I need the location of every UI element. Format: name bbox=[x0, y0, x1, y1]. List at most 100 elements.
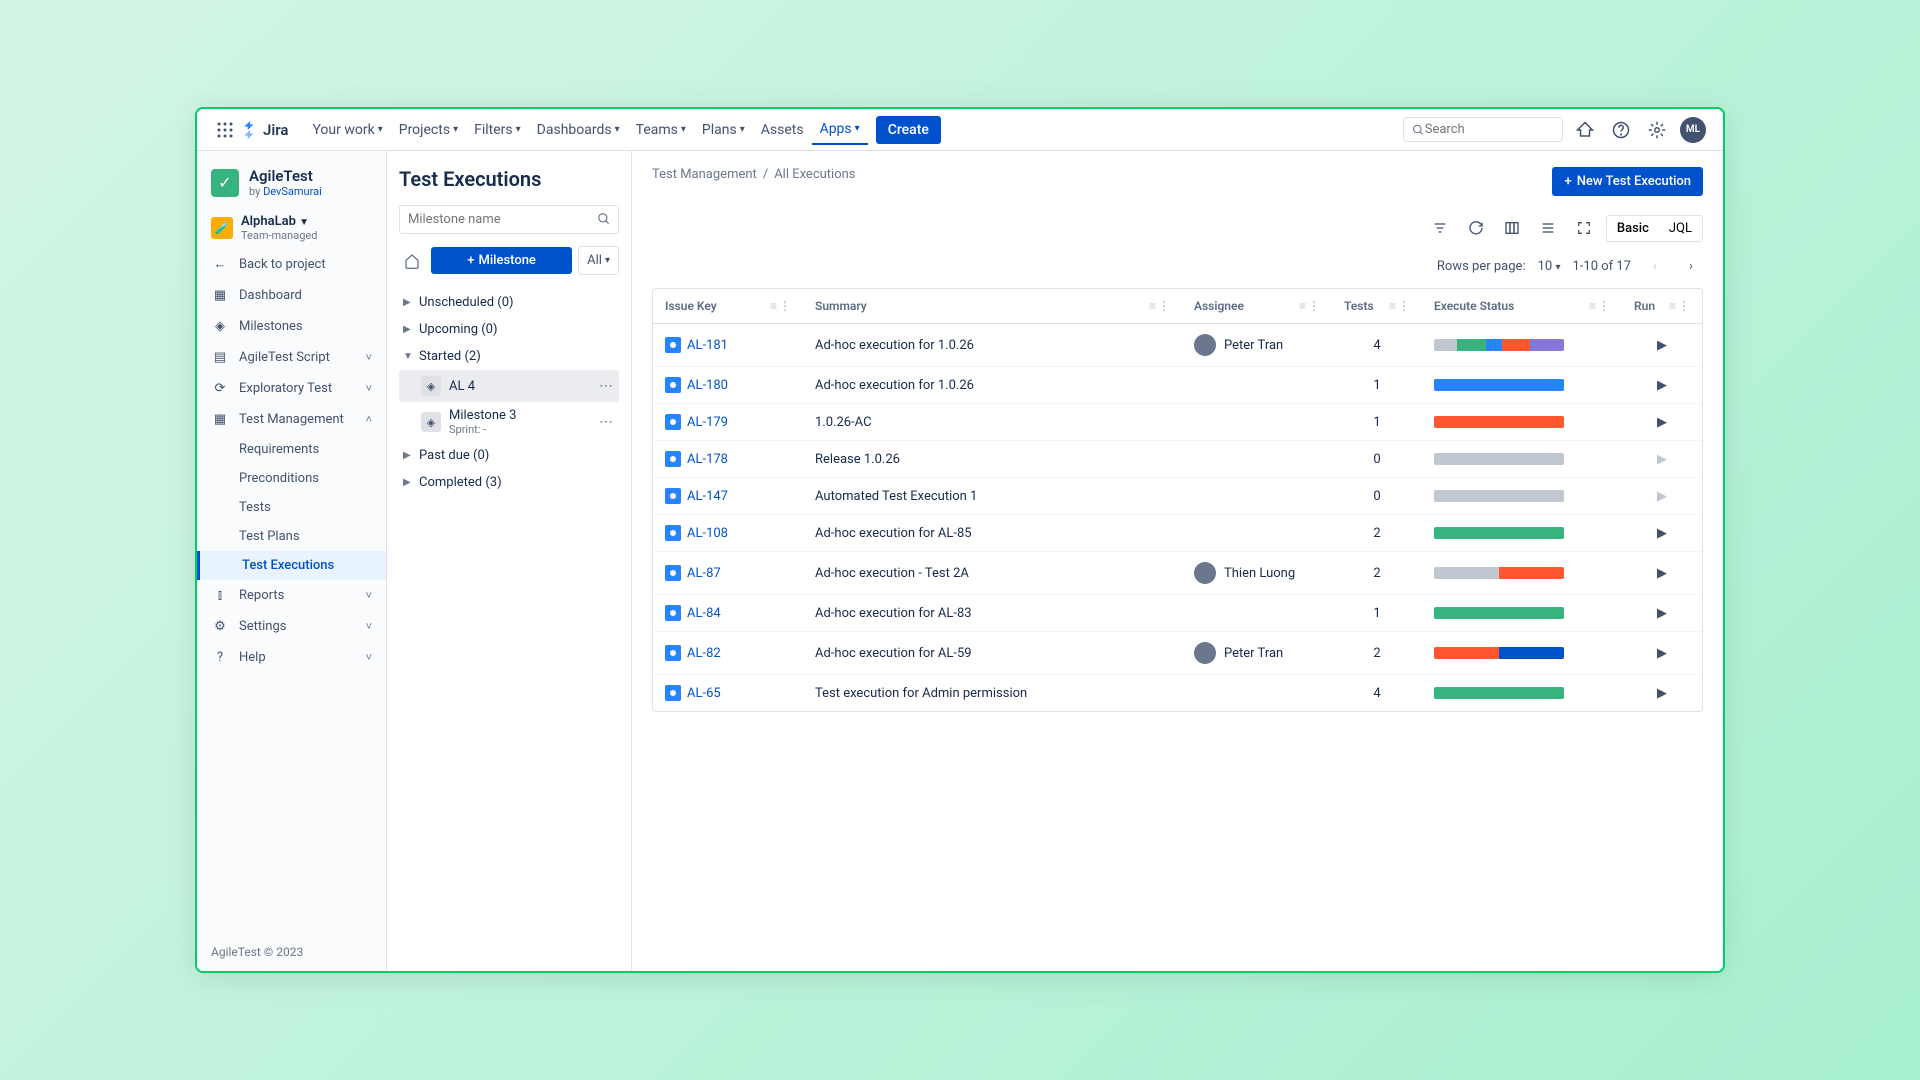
sidebar-icon: ▦ bbox=[211, 288, 229, 303]
help-icon[interactable] bbox=[1607, 116, 1635, 144]
play-icon[interactable]: ▶ bbox=[1657, 686, 1667, 701]
jira-logo[interactable]: Jira bbox=[241, 121, 288, 139]
tree-group[interactable]: ▶Past due (0) bbox=[399, 442, 619, 469]
play-icon[interactable]: ▶ bbox=[1657, 526, 1667, 541]
play-icon[interactable]: ▶ bbox=[1657, 378, 1667, 393]
milestone-row[interactable]: ◈Milestone 3Sprint: -⋯ bbox=[399, 402, 619, 442]
nav-your-work[interactable]: Your work▾ bbox=[304, 116, 390, 144]
issue-link[interactable]: AL-180 bbox=[687, 378, 728, 393]
tree-group[interactable]: ▶Upcoming (0) bbox=[399, 316, 619, 343]
issue-link[interactable]: AL-65 bbox=[687, 686, 721, 701]
issue-key-cell: AL-181 bbox=[653, 327, 803, 363]
sidebar-item-settings[interactable]: ⚙Settings˅ bbox=[197, 611, 386, 642]
milestone-search-input[interactable] bbox=[399, 205, 619, 234]
sidebar-item-milestones[interactable]: ◈Milestones bbox=[197, 311, 386, 342]
add-milestone-button[interactable]: +Milestone bbox=[431, 247, 572, 274]
issue-link[interactable]: AL-108 bbox=[687, 526, 728, 541]
nav-assets[interactable]: Assets bbox=[753, 116, 812, 144]
play-icon[interactable]: ▶ bbox=[1657, 415, 1667, 430]
notifications-icon[interactable] bbox=[1571, 116, 1599, 144]
nav-projects[interactable]: Projects▾ bbox=[391, 116, 466, 144]
issue-link[interactable]: AL-82 bbox=[687, 646, 721, 661]
status-bar bbox=[1434, 647, 1564, 659]
tree-group[interactable]: ▶Completed (3) bbox=[399, 469, 619, 496]
app-window: Jira Your work▾Projects▾Filters▾Dashboar… bbox=[195, 107, 1725, 973]
column-header[interactable]: Issue Key≡⋮ bbox=[653, 289, 803, 323]
status-bar bbox=[1434, 453, 1564, 465]
filter-all-dropdown[interactable]: All▾ bbox=[578, 246, 619, 275]
milestone-row[interactable]: ◈AL 4⋯ bbox=[399, 370, 619, 402]
nav-teams[interactable]: Teams▾ bbox=[628, 116, 694, 144]
sidebar: ✓ AgileTest by DevSamurai 🧪 AlphaLab ▼ T… bbox=[197, 151, 387, 971]
crumb-test-management[interactable]: Test Management bbox=[652, 167, 757, 182]
chevron-down-icon: ˅ bbox=[366, 351, 372, 364]
issue-type-icon bbox=[665, 645, 681, 661]
caret-icon: ▶ bbox=[403, 477, 413, 488]
sidebar-sub-test-plans[interactable]: Test Plans bbox=[197, 522, 386, 551]
column-header[interactable]: Assignee≡⋮ bbox=[1182, 289, 1332, 323]
settings-icon[interactable] bbox=[1643, 116, 1671, 144]
home-icon[interactable] bbox=[399, 248, 425, 274]
density-icon[interactable] bbox=[1534, 214, 1562, 242]
col-menu-icon: ⋮ bbox=[1598, 299, 1610, 313]
status-cell bbox=[1422, 677, 1622, 709]
sidebar-item-help[interactable]: ?Help˅ bbox=[197, 642, 386, 673]
column-header[interactable]: Tests≡⋮ bbox=[1332, 289, 1422, 323]
tree-group[interactable]: ▼Started (2) bbox=[399, 343, 619, 370]
table-toolbar: Basic JQL bbox=[652, 214, 1703, 242]
sidebar-sub-test-executions[interactable]: Test Executions bbox=[197, 551, 386, 580]
app-switcher-icon[interactable] bbox=[213, 118, 237, 142]
issue-link[interactable]: AL-181 bbox=[687, 338, 728, 353]
jql-mode[interactable]: JQL bbox=[1659, 216, 1702, 241]
rows-per-page-value[interactable]: 10 ▾ bbox=[1538, 259, 1561, 274]
nav-dashboards[interactable]: Dashboards▾ bbox=[529, 116, 628, 144]
tree-group[interactable]: ▶Unscheduled (0) bbox=[399, 289, 619, 316]
filter-icon[interactable] bbox=[1426, 214, 1454, 242]
fullscreen-icon[interactable] bbox=[1570, 214, 1598, 242]
sidebar-sub-tests[interactable]: Tests bbox=[197, 493, 386, 522]
play-icon[interactable]: ▶ bbox=[1657, 338, 1667, 353]
sidebar-icon: ▤ bbox=[211, 350, 229, 365]
more-icon[interactable]: ⋯ bbox=[599, 378, 613, 394]
next-page-button[interactable]: › bbox=[1679, 254, 1703, 278]
refresh-icon[interactable] bbox=[1462, 214, 1490, 242]
issue-link[interactable]: AL-87 bbox=[687, 566, 721, 581]
play-icon[interactable]: ▶ bbox=[1657, 566, 1667, 581]
sidebar-sub-preconditions[interactable]: Preconditions bbox=[197, 464, 386, 493]
column-header[interactable]: Run≡⋮ bbox=[1622, 289, 1702, 323]
avatar bbox=[1194, 562, 1216, 584]
sidebar-sub-requirements[interactable]: Requirements bbox=[197, 435, 386, 464]
back-to-project[interactable]: ← Back to project bbox=[197, 248, 386, 280]
sidebar-item-exploratory-test[interactable]: ⟳Exploratory Test˅ bbox=[197, 373, 386, 404]
create-button[interactable]: Create bbox=[876, 116, 941, 144]
prev-page-button[interactable]: ‹ bbox=[1643, 254, 1667, 278]
more-icon[interactable]: ⋯ bbox=[599, 414, 613, 430]
sidebar-item-agiletest-script[interactable]: ▤AgileTest Script˅ bbox=[197, 342, 386, 373]
column-header[interactable]: Summary≡⋮ bbox=[803, 289, 1182, 323]
sidebar-item-reports[interactable]: ⫾Reports˅ bbox=[197, 580, 386, 611]
status-cell bbox=[1422, 329, 1622, 361]
nav-filters[interactable]: Filters▾ bbox=[466, 116, 529, 144]
issue-link[interactable]: AL-178 bbox=[687, 452, 728, 467]
chevron-down-icon: ˅ bbox=[366, 620, 372, 633]
columns-icon[interactable] bbox=[1498, 214, 1526, 242]
sidebar-item-test-management[interactable]: ▦Test Management˄ bbox=[197, 404, 386, 435]
search-input[interactable] bbox=[1425, 122, 1554, 137]
avatar[interactable]: ML bbox=[1679, 116, 1707, 144]
project-selector[interactable]: 🧪 AlphaLab ▼ Team-managed bbox=[197, 208, 386, 248]
issue-type-icon bbox=[665, 337, 681, 353]
nav-plans[interactable]: Plans▾ bbox=[694, 116, 753, 144]
sidebar-item-dashboard[interactable]: ▦Dashboard bbox=[197, 280, 386, 311]
search-box[interactable] bbox=[1403, 117, 1563, 142]
issue-key-cell: AL-147 bbox=[653, 478, 803, 514]
play-icon[interactable]: ▶ bbox=[1657, 606, 1667, 621]
issue-link[interactable]: AL-84 bbox=[687, 606, 721, 621]
new-test-execution-button[interactable]: +New Test Execution bbox=[1552, 167, 1703, 196]
chevron-down-icon: ▾ bbox=[681, 124, 686, 135]
issue-link[interactable]: AL-147 bbox=[687, 489, 728, 504]
issue-link[interactable]: AL-179 bbox=[687, 415, 728, 430]
basic-mode[interactable]: Basic bbox=[1607, 216, 1659, 241]
play-icon[interactable]: ▶ bbox=[1657, 646, 1667, 661]
column-header[interactable]: Execute Status≡⋮ bbox=[1422, 289, 1622, 323]
nav-apps[interactable]: Apps▾ bbox=[812, 115, 868, 145]
